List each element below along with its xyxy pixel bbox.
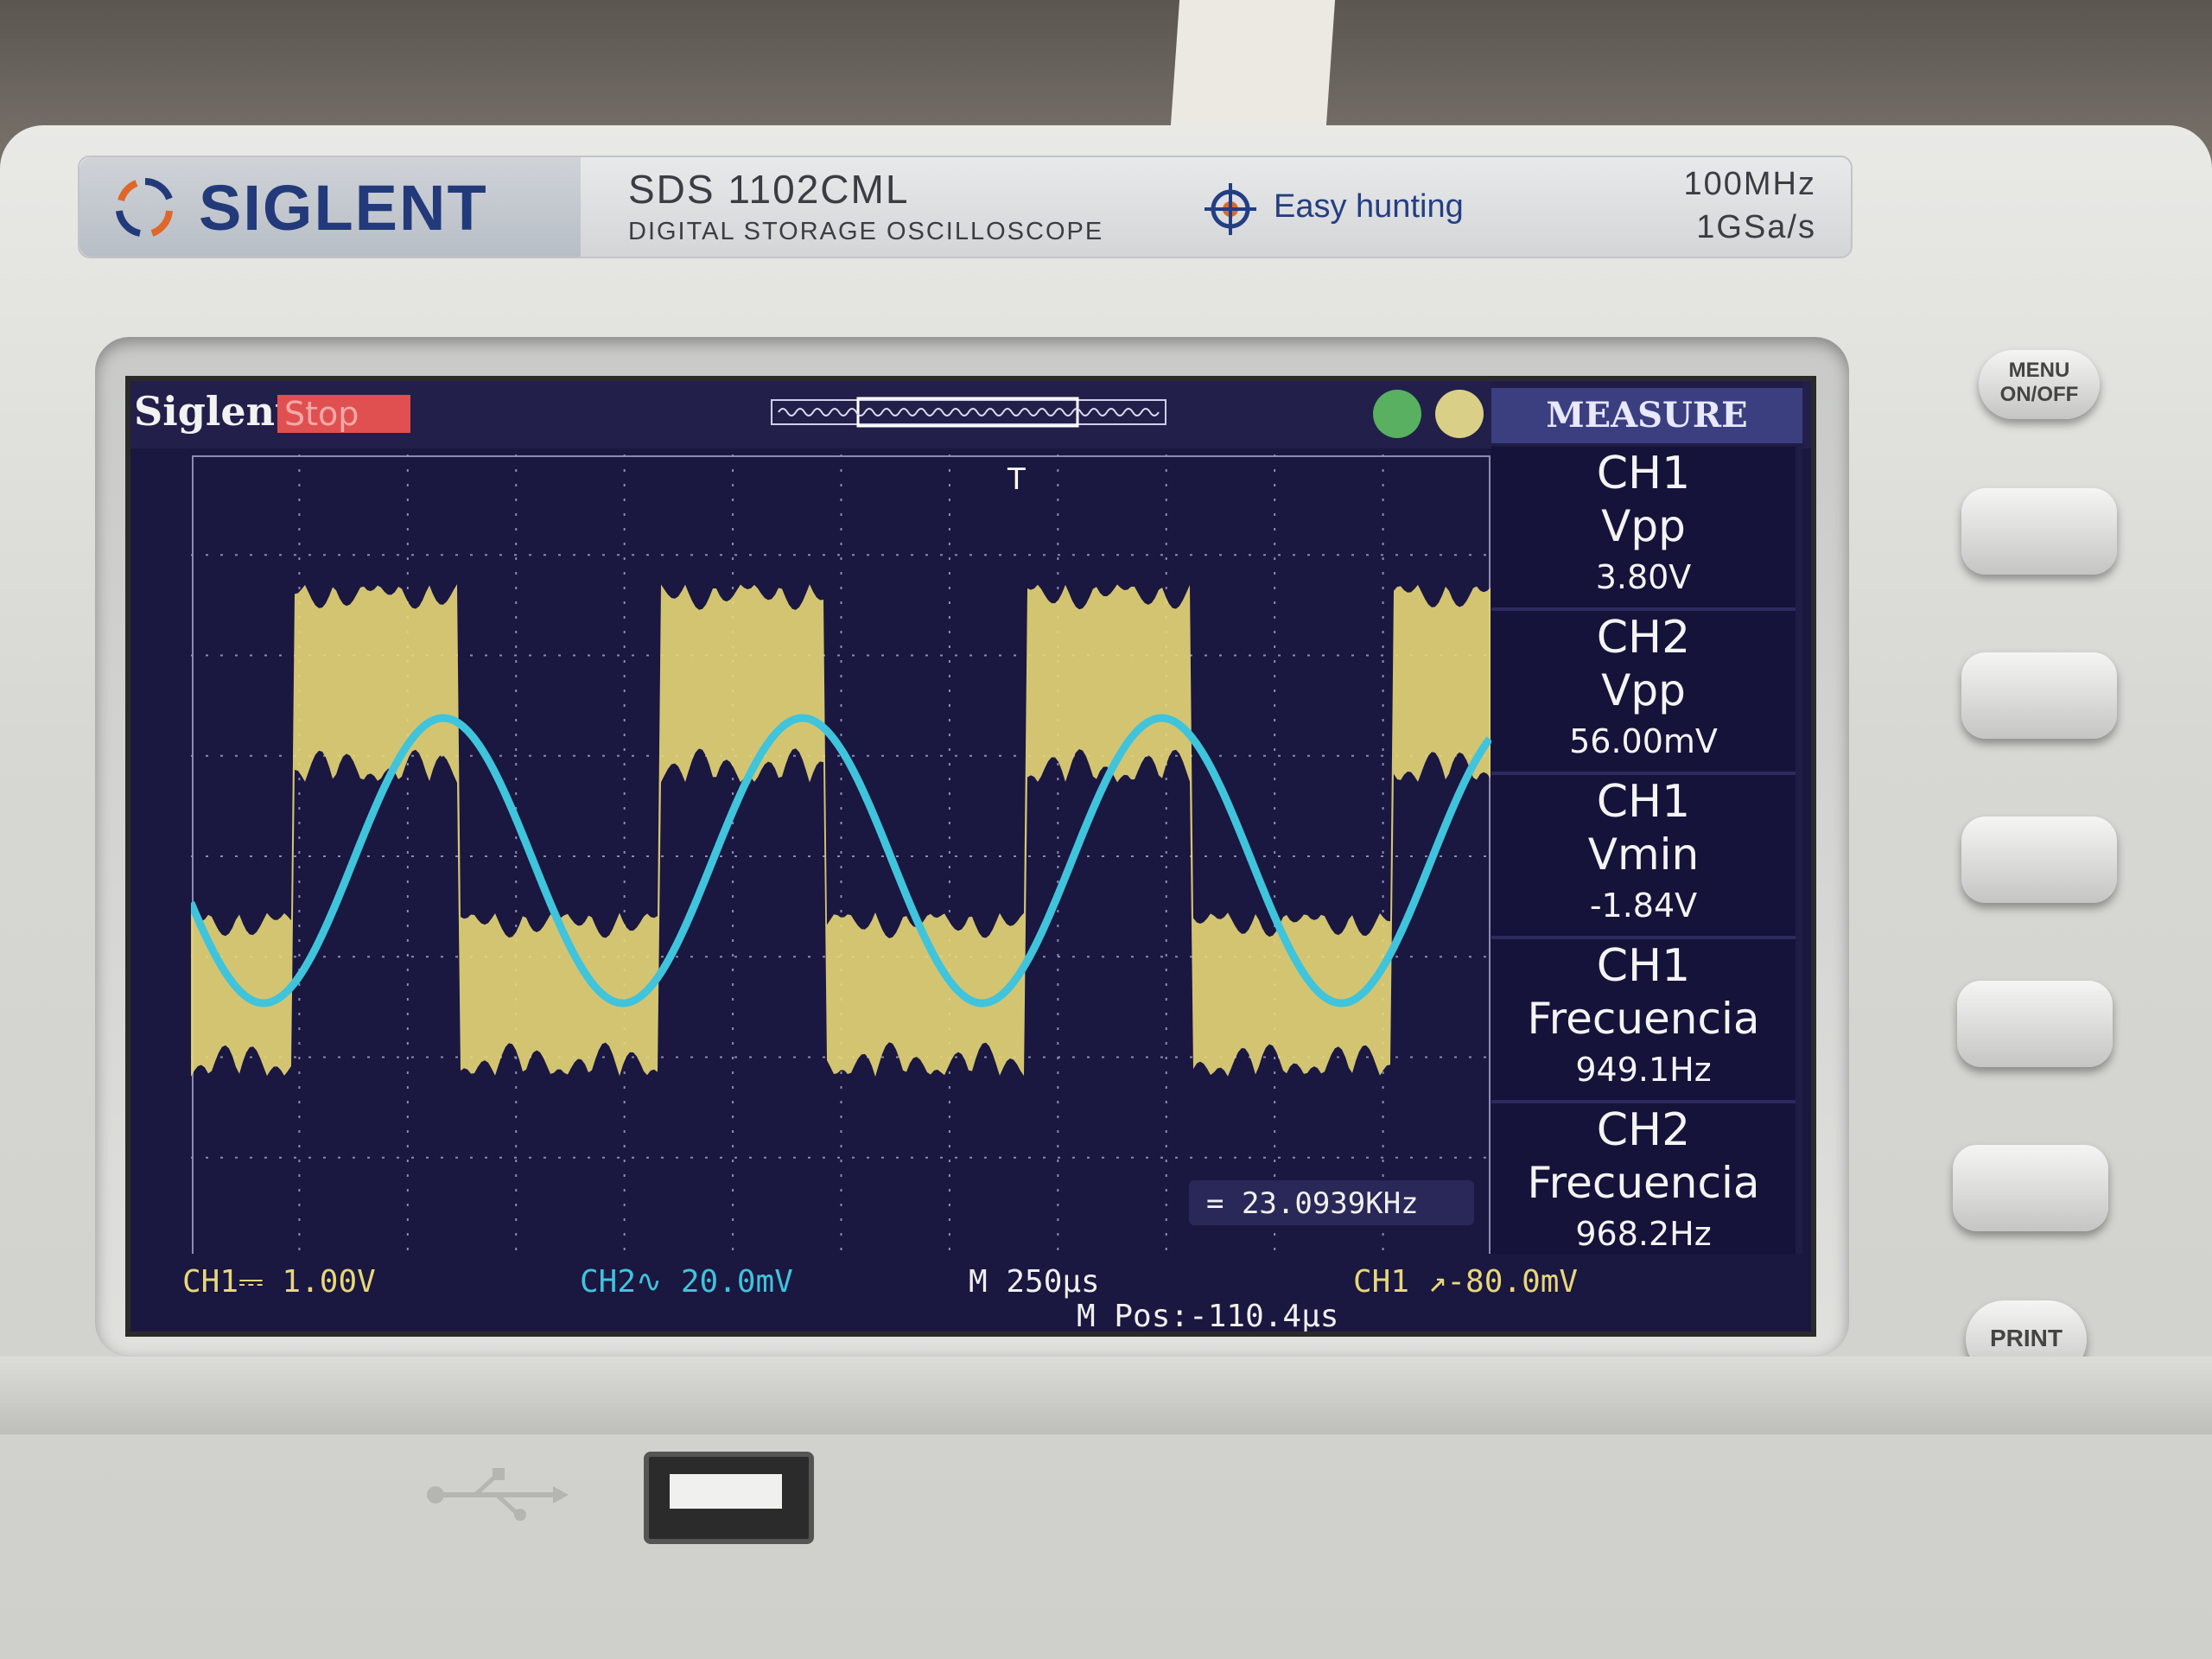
- measure-source: CH1: [1596, 448, 1691, 499]
- measure-panel: MEASURE CH1 Vpp 3.80V CH2 Vpp 56.00mV CH…: [1491, 381, 1802, 1268]
- front-ledge: [0, 1357, 2212, 1434]
- memory-timeline: [771, 397, 1166, 428]
- model-subtitle: DIGITAL STORAGE OSCILLOSCOPE: [628, 218, 1104, 245]
- measure-block[interactable]: CH2 Frecuencia 968.2Hz: [1491, 1103, 1796, 1268]
- measure-source: CH2: [1596, 612, 1691, 664]
- measure-type: Frecuencia: [1527, 994, 1760, 1044]
- softkey-4-button[interactable]: [1957, 981, 2113, 1067]
- brand-logo-text: SIGLENT: [199, 172, 488, 244]
- softkey-2-button[interactable]: [1961, 652, 2117, 739]
- measure-block[interactable]: CH1 Vpp 3.80V: [1491, 447, 1796, 611]
- measure-type: Vmin: [1587, 830, 1700, 880]
- menu-onoff-label: MENU ON/OFF: [1999, 359, 2079, 406]
- measure-type: Vpp: [1601, 501, 1686, 551]
- measure-type: Frecuencia: [1527, 1158, 1760, 1208]
- print-label: PRINT: [1990, 1325, 2063, 1351]
- timebase: M 250µs: [969, 1264, 1100, 1300]
- waveform-display: T = 23.0939KHz: [191, 454, 1491, 1258]
- ch1-scale: CH1⎓ 1.00V: [182, 1264, 376, 1300]
- measure-block[interactable]: CH1 Vmin -1.84V: [1491, 775, 1796, 939]
- trigger-frequency: = 23.0939KHz: [1206, 1186, 1419, 1221]
- m-position: M Pos:-110.4µs: [1077, 1299, 1339, 1334]
- measure-value: 949.1Hz: [1575, 1051, 1712, 1089]
- softkey-1-button[interactable]: [1961, 488, 2117, 575]
- ch1-waveform: [191, 584, 1491, 1077]
- logo-box: SIGLENT: [79, 157, 581, 257]
- measure-source: CH1: [1596, 776, 1691, 828]
- measure-title: MEASURE: [1491, 388, 1802, 443]
- measure-value: 3.80V: [1595, 558, 1692, 596]
- spec-bandwidth: 100MHz: [1683, 166, 1816, 202]
- measure-block[interactable]: CH2 Vpp 56.00mV: [1491, 611, 1796, 775]
- measure-source: CH2: [1596, 1104, 1691, 1156]
- acquire-status-icon: [1435, 390, 1484, 438]
- siglent-logo-icon: [116, 178, 173, 237]
- softkey-5-button[interactable]: [1953, 1145, 2108, 1231]
- measure-type: Vpp: [1601, 665, 1686, 715]
- menu-onoff-button[interactable]: MENU ON/OFF: [1979, 350, 2100, 419]
- trigger-marker: T: [1007, 462, 1026, 497]
- background-paper: [1170, 0, 1336, 125]
- ch2-scale: CH2∿ 20.0mV: [580, 1264, 793, 1300]
- screen-brand: Siglent: [134, 388, 294, 435]
- usb-port[interactable]: [644, 1452, 814, 1544]
- measure-value: -1.84V: [1589, 887, 1698, 925]
- brand-bar: SIGLENT SDS 1102CML DIGITAL STORAGE OSCI…: [78, 156, 1853, 258]
- model-name: SDS 1102CML: [628, 167, 910, 212]
- status-bar: CH1⎓ 1.00V CH2∿ 20.0mV M 250µs M Pos:-11…: [130, 1254, 1811, 1332]
- measure-value: 968.2Hz: [1575, 1215, 1712, 1253]
- usb-slot: [670, 1474, 782, 1509]
- target-icon: [1205, 183, 1256, 235]
- usb-icon: [427, 1468, 569, 1521]
- oscilloscope-screen: Siglent Stop T = 23.0939KHz MEASURE CH1 V…: [125, 376, 1816, 1337]
- measure-source: CH1: [1596, 940, 1691, 992]
- trigger-status-icon: [1373, 390, 1421, 438]
- softkey-3-button[interactable]: [1961, 817, 2117, 903]
- feature-label: Easy hunting: [1274, 188, 1464, 225]
- measure-block[interactable]: CH1 Frecuencia 949.1Hz: [1491, 939, 1796, 1103]
- spec-samplerate: 1GSa/s: [1696, 209, 1816, 245]
- measure-value: 56.00mV: [1569, 722, 1718, 760]
- trigger-setting: CH1 ↗-80.0mV: [1353, 1264, 1579, 1300]
- run-state-badge: Stop: [277, 395, 410, 433]
